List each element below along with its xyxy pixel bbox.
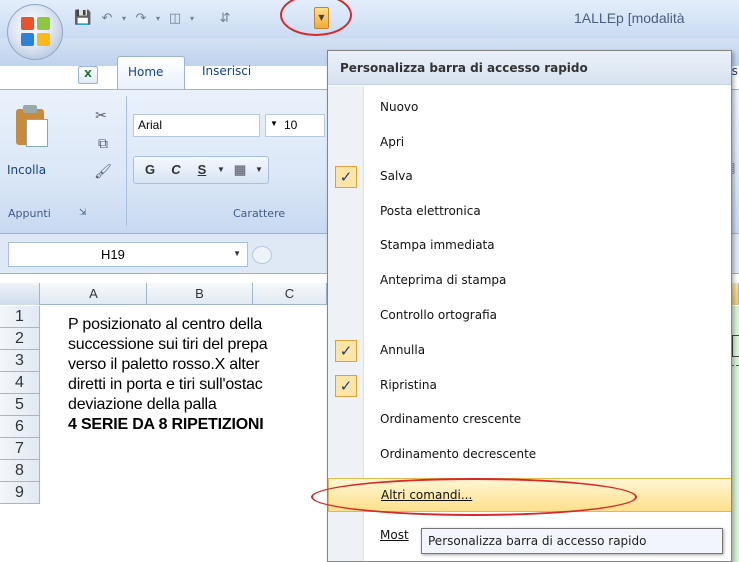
tab-home[interactable]: Home [117,56,185,90]
menu-item-undo[interactable]: ✓ Annulla [328,334,731,368]
menu-item-sort-ascending[interactable]: Ordinamento crescente [328,403,731,437]
row-header[interactable]: 1 [0,306,40,328]
undo-dropdown-icon[interactable]: ▾ [120,7,128,29]
underline-button[interactable]: S [190,160,214,180]
name-box-value: H19 [101,247,125,262]
menu-item-label: Posta elettronica [380,204,481,218]
menu-item-redo[interactable]: ✓ Ripristina [328,369,731,403]
annotation-circle [311,478,637,516]
chevron-down-icon[interactable]: ▼ [233,249,241,258]
redo-icon[interactable]: ↷ [130,7,152,29]
shape-edge [732,335,739,357]
sort-icon[interactable]: ⇵ [214,7,236,29]
font-group-label: Carattere [233,207,286,220]
cell-text[interactable]: verso il paletto rosso.X alter [68,356,260,374]
row-header[interactable]: 9 [0,482,40,504]
menu-item-new[interactable]: Nuovo [328,91,731,125]
paste-icon[interactable] [12,105,52,149]
print-preview-dropdown-icon[interactable]: ▾ [188,7,196,29]
borders-icon[interactable]: ▦ [228,160,252,180]
name-box[interactable]: H19 ▼ [8,242,248,267]
check-icon: ✓ [335,166,357,188]
save-icon[interactable]: 💾 [72,7,94,29]
menu-item-label: Ordinamento decrescente [380,447,537,461]
row-header[interactable]: 8 [0,460,40,482]
check-icon: ✓ [335,340,357,362]
font-format-buttons: G C S ▼ ▦ ▼ [133,156,269,184]
menu-item-email[interactable]: Posta elettronica [328,195,731,229]
menu-item-save[interactable]: ✓ Salva [328,160,731,194]
menu-title: Personalizza barra di accesso rapido [328,51,731,85]
cut-icon[interactable]: ✂ [90,108,112,128]
menu-item-sort-descending[interactable]: Ordinamento decrescente [328,438,731,472]
menu-item-label: Stampa immediata [380,238,495,252]
menu-item-label: Salva [380,169,413,183]
dialog-launcher-icon[interactable]: ⇲ [79,208,87,218]
row-header[interactable]: 5 [0,394,40,416]
check-icon: ✓ [335,375,357,397]
tab-insert[interactable]: Inserisci [192,56,261,90]
menu-item-print-preview[interactable]: Anteprima di stampa [328,264,731,298]
font-size-value: 10 [284,118,298,132]
menu-item-label: Annulla [380,343,426,357]
excel-icon: X [78,66,98,84]
window-title: 1ALLEp [modalità [574,10,685,26]
row-header[interactable]: 7 [0,438,40,460]
menu-item-label: Apri [380,135,405,149]
cell-text[interactable]: deviazione della palla [68,396,217,414]
formula-cancel-icon[interactable] [252,246,272,264]
font-name-input[interactable]: Arial [133,114,260,137]
menu-item-label: Ripristina [380,378,437,392]
menu-item-spelling[interactable]: Controllo ortografia [328,299,731,333]
menu-item-label: Most [380,528,409,542]
cell-text[interactable]: successione sui tiri del prepa [68,336,268,354]
column-header-a[interactable]: A [41,283,147,305]
tooltip: Personalizza barra di accesso rapido [421,528,723,554]
quick-access-toolbar: 💾 ↶ ▾ ↷ ▾ ◫ ▾ ⇵ [72,6,236,30]
cell-text[interactable]: P posizionato al centro della [68,316,262,334]
group-separator [126,96,127,226]
office-logo-icon [21,17,51,47]
menu-item-label: Anteprima di stampa [380,273,507,287]
column-header-b[interactable]: B [147,283,253,305]
column-header-c[interactable]: C [253,283,327,305]
undo-icon[interactable]: ↶ [96,7,118,29]
menu-item-label: Controllo ortografia [380,308,498,322]
office-button[interactable] [7,4,63,60]
font-size-input[interactable]: ▼ 10 [265,114,325,137]
menu-item-label: Ordinamento crescente [380,412,522,426]
cell-text[interactable]: 4 SERIE DA 8 RIPETIZIONI [68,416,264,434]
clipboard-group-label: Appunti [8,207,51,220]
borders-dropdown-icon[interactable]: ▼ [254,160,264,180]
italic-button[interactable]: C [164,160,188,180]
select-all-corner[interactable] [0,283,40,305]
cell-text[interactable]: diretti in porta e tiri sull'ostac [68,376,263,394]
row-header[interactable]: 3 [0,350,40,372]
row-header[interactable]: 6 [0,416,40,438]
chevron-down-icon: ▼ [270,119,278,128]
menu-item-label: Nuovo [380,100,419,114]
redo-dropdown-icon[interactable]: ▾ [154,7,162,29]
row-header[interactable]: 2 [0,328,40,350]
paste-button-label[interactable]: Incolla [7,163,46,177]
copy-icon[interactable]: ⧉ [92,136,114,156]
row-header[interactable]: 4 [0,372,40,394]
menu-item-open[interactable]: Apri [328,126,731,160]
font-name-value: Arial [138,118,163,132]
menu-item-quick-print[interactable]: Stampa immediata [328,229,731,263]
format-painter-icon[interactable]: 🖌 [92,164,114,184]
bold-button[interactable]: G [138,160,162,180]
print-preview-icon[interactable]: ◫ [164,7,186,29]
underline-dropdown-icon[interactable]: ▼ [216,160,226,180]
